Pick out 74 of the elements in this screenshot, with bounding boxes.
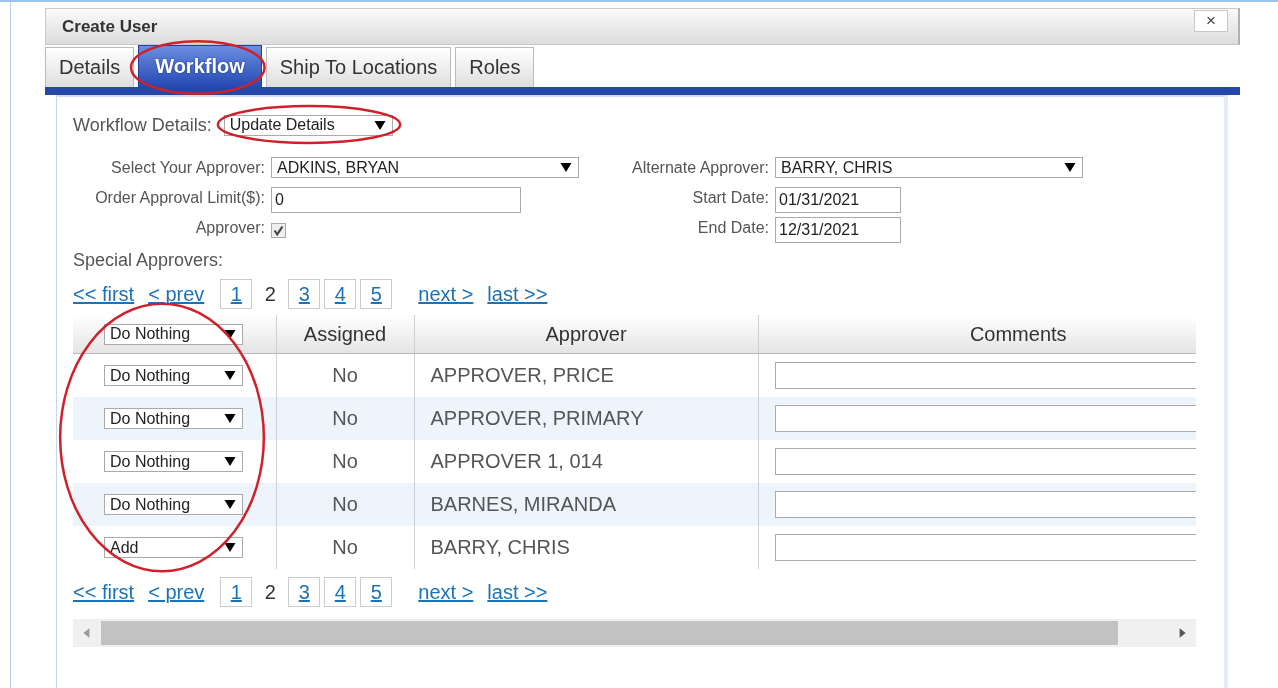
action-select[interactable]: Do Nothing xyxy=(104,494,243,515)
page-link[interactable]: 3 xyxy=(288,577,321,607)
comment-field[interactable] xyxy=(774,491,1196,518)
page-link[interactable]: 1 xyxy=(220,279,253,309)
page-link[interactable]: 1 xyxy=(220,577,253,607)
comment-field[interactable] xyxy=(774,405,1196,432)
checkbox[interactable] xyxy=(271,223,286,238)
current-page: 2 xyxy=(263,580,277,604)
prev-page-link[interactable]: < prev xyxy=(148,580,205,604)
tab[interactable]: Workflow xyxy=(138,45,262,87)
current-page: 2 xyxy=(263,282,277,306)
comment-field[interactable] xyxy=(774,448,1196,475)
horizontal-scrollbar[interactable] xyxy=(73,619,1196,647)
field-label: End Date: xyxy=(696,218,769,237)
table-cell: No xyxy=(332,536,358,558)
first-page-link[interactable]: << first xyxy=(73,580,135,604)
comment-field[interactable] xyxy=(774,362,1196,389)
tab[interactable]: Ship To Locations xyxy=(265,47,452,87)
close-button[interactable]: × xyxy=(1194,9,1228,32)
section-label: Special Approvers: xyxy=(73,250,225,271)
field-label: Start Date: xyxy=(691,188,769,207)
workflow-details-select[interactable]: Update Details xyxy=(223,114,393,136)
next-page-link[interactable]: next > xyxy=(418,282,474,306)
page-link[interactable]: 4 xyxy=(324,577,357,607)
caret-icon xyxy=(373,119,386,131)
tab[interactable]: Details xyxy=(45,47,135,87)
field-label: Alternate Approver: xyxy=(631,158,769,177)
table-cell: No xyxy=(332,407,358,429)
table-cell: No xyxy=(332,364,358,386)
last-page-link[interactable]: last >> xyxy=(487,282,548,306)
tab[interactable]: Roles xyxy=(455,47,535,87)
caret-icon xyxy=(224,413,236,424)
caret-icon xyxy=(224,370,236,381)
action-select[interactable]: Do Nothing xyxy=(104,408,243,429)
date-field[interactable]: 12/31/2021 xyxy=(775,217,901,243)
last-page-link[interactable]: last >> xyxy=(487,580,548,604)
caret-icon xyxy=(560,162,572,173)
input-field[interactable]: 0 xyxy=(271,187,521,213)
caret-icon xyxy=(1064,162,1076,173)
scroll-thumb[interactable] xyxy=(101,621,1118,645)
field-label: Approver: xyxy=(194,218,265,237)
field-label: Select Your Approver: xyxy=(110,158,265,177)
table-cell: No xyxy=(332,450,358,472)
table-cell: BARRY, CHRIS xyxy=(430,536,570,558)
field-label: Workflow Details: xyxy=(73,114,212,136)
action-select[interactable]: Do Nothing xyxy=(104,365,243,386)
column-header: Assigned xyxy=(276,315,414,354)
column-header: Comments xyxy=(758,315,1196,354)
page-link[interactable]: 5 xyxy=(360,279,393,309)
window-title: Create User xyxy=(62,16,158,37)
action-select[interactable]: Do Nothing xyxy=(104,323,243,345)
page-link[interactable]: 3 xyxy=(288,279,321,309)
table-cell: APPROVER 1, 014 xyxy=(430,450,603,472)
table-cell: No xyxy=(332,493,358,515)
caret-icon xyxy=(224,542,236,553)
date-field[interactable]: 01/31/2021 xyxy=(775,187,901,213)
action-select[interactable]: Add xyxy=(104,537,243,558)
approver-select[interactable]: BARRY, CHRIS xyxy=(775,157,1083,178)
caret-icon xyxy=(224,499,236,510)
caret-icon xyxy=(224,328,236,340)
column-header: Approver xyxy=(414,315,758,354)
comment-field[interactable] xyxy=(774,534,1196,561)
next-page-link[interactable]: next > xyxy=(418,580,474,604)
first-page-link[interactable]: << first xyxy=(73,282,135,306)
table-cell: APPROVER, PRIMARY xyxy=(430,407,644,429)
action-select[interactable]: Do Nothing xyxy=(104,451,243,472)
caret-icon xyxy=(224,456,236,467)
page-link[interactable]: 5 xyxy=(360,577,393,607)
page-link[interactable]: 4 xyxy=(324,279,357,309)
field-label: Order Approval Limit($): xyxy=(94,188,265,207)
table-cell: BARNES, MIRANDA xyxy=(430,493,617,515)
approver-select[interactable]: ADKINS, BRYAN xyxy=(271,157,579,178)
prev-page-link[interactable]: < prev xyxy=(148,282,205,306)
table-cell: APPROVER, PRICE xyxy=(430,364,614,386)
